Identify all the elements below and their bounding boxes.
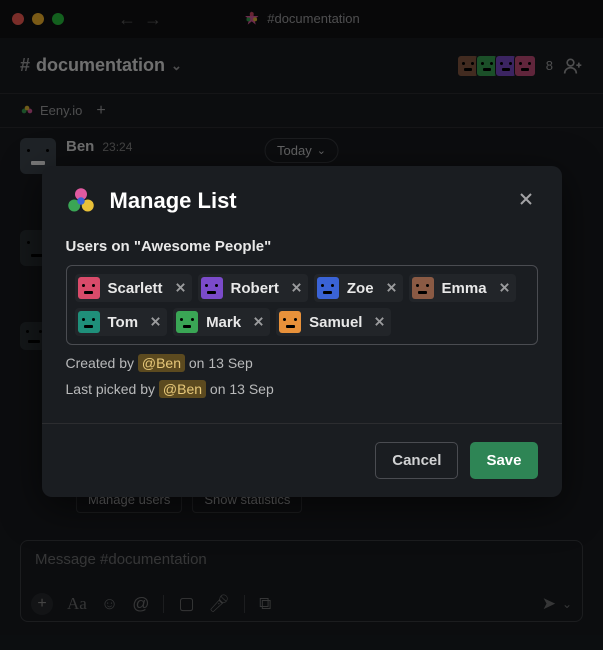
text: on 13 Sep: [185, 355, 253, 371]
remove-user-icon[interactable]: [175, 280, 186, 296]
remove-user-icon[interactable]: [253, 314, 264, 330]
eeny-logo-icon: [66, 186, 96, 216]
remove-user-icon[interactable]: [386, 280, 397, 296]
users-list-label: Users on "Awesome People": [66, 238, 538, 255]
user-chip: Zoe: [314, 274, 403, 302]
user-chip-label: Mark: [206, 314, 241, 331]
avatar: [78, 311, 100, 333]
avatar: [412, 277, 434, 299]
remove-user-icon[interactable]: [499, 280, 510, 296]
mention[interactable]: @Ben: [138, 354, 185, 372]
user-chip-label: Tom: [108, 314, 139, 331]
avatar: [317, 277, 339, 299]
user-chip: Robert: [198, 274, 308, 302]
remove-user-icon[interactable]: [374, 314, 385, 330]
user-chip-label: Scarlett: [108, 280, 163, 297]
remove-user-icon[interactable]: [150, 314, 161, 330]
user-chip-label: Robert: [231, 280, 279, 297]
avatar: [279, 311, 301, 333]
text: on 13 Sep: [206, 381, 274, 397]
avatar: [201, 277, 223, 299]
user-chip: Scarlett: [75, 274, 192, 302]
save-button[interactable]: Save: [470, 442, 537, 479]
user-chip: Tom: [75, 308, 168, 336]
avatar: [78, 277, 100, 299]
users-chip-input[interactable]: Scarlett Robert Zoe Emma Tom Mark Samuel: [66, 265, 538, 345]
user-chip-label: Emma: [442, 280, 487, 297]
remove-user-icon[interactable]: [291, 280, 302, 296]
user-chip-label: Samuel: [309, 314, 362, 331]
last-picked-line: Last picked by @Ben on 13 Sep: [66, 381, 538, 397]
modal-overlay[interactable]: Manage List Users on "Awesome People" Sc…: [0, 0, 603, 650]
mention[interactable]: @Ben: [159, 380, 206, 398]
close-icon[interactable]: [514, 187, 538, 216]
user-chip: Mark: [173, 308, 270, 336]
manage-list-modal: Manage List Users on "Awesome People" Sc…: [42, 166, 562, 497]
text: Last picked by: [66, 381, 159, 397]
modal-title: Manage List: [110, 188, 237, 214]
cancel-button[interactable]: Cancel: [375, 442, 458, 479]
text: Created by: [66, 355, 138, 371]
created-by-line: Created by @Ben on 13 Sep: [66, 355, 538, 371]
user-chip: Emma: [409, 274, 516, 302]
avatar: [176, 311, 198, 333]
user-chip-label: Zoe: [347, 280, 374, 297]
user-chip: Samuel: [276, 308, 391, 336]
